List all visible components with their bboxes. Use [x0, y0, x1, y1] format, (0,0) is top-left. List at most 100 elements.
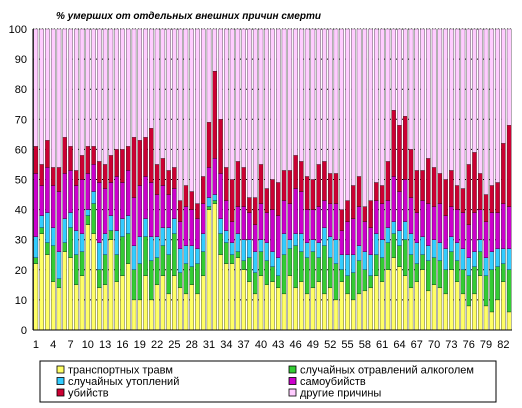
bar-segment	[362, 221, 368, 252]
bar-segment	[56, 278, 62, 289]
bar-segment	[368, 200, 373, 228]
bar-segment	[50, 281, 56, 331]
bar-segment	[39, 233, 44, 331]
bar-segment	[195, 263, 200, 295]
bar-segment	[316, 206, 321, 243]
bar-segment	[131, 137, 137, 198]
bar-segment	[212, 203, 218, 331]
bar-segment	[322, 293, 327, 331]
bar-segment	[356, 260, 362, 295]
bar-segment	[131, 269, 137, 301]
bar-segment	[258, 164, 264, 204]
bar-segment	[201, 233, 206, 252]
y-tick-label: 90	[15, 54, 27, 66]
bar-segment	[293, 233, 298, 246]
bar-segment	[385, 200, 391, 228]
bar-segment	[299, 191, 304, 234]
bar-segment	[483, 275, 489, 307]
y-tick-label: 40	[15, 205, 27, 217]
bar-segment	[420, 200, 425, 237]
bar-segment	[420, 236, 425, 255]
bar-segment	[39, 227, 44, 234]
bar-segment	[443, 269, 448, 295]
y-tick-label: 20	[15, 265, 27, 277]
bar-segment	[478, 251, 483, 276]
bar-segment	[50, 167, 56, 186]
bar-segment	[397, 245, 402, 267]
bar-segment	[241, 167, 246, 207]
bar-segment	[149, 299, 154, 331]
bar-segment	[379, 257, 385, 282]
bar-segment	[403, 179, 408, 222]
bar-segment	[310, 179, 316, 210]
bar-segment	[339, 254, 344, 270]
legend-swatch	[56, 365, 65, 374]
bar-segment	[322, 245, 327, 295]
legend-label: случайных утоплений	[68, 376, 179, 388]
bar-segment	[316, 164, 321, 207]
bar-segment	[33, 146, 39, 174]
bar-segment	[351, 185, 356, 219]
bar-segment	[195, 248, 200, 264]
bar-segment	[270, 251, 275, 267]
bar-segment	[281, 170, 287, 201]
bar-segment	[379, 281, 385, 331]
bar-segment	[224, 230, 229, 243]
bar-segment	[183, 263, 189, 295]
bar-segment	[114, 281, 119, 331]
bar-segment	[258, 251, 264, 276]
bar-segment	[177, 28, 183, 201]
bar-segment	[218, 173, 223, 219]
bar-segment	[287, 170, 293, 204]
bar-segment	[345, 275, 350, 295]
bar-segment	[189, 284, 194, 331]
bar-segment	[74, 170, 79, 186]
bar-segment	[339, 281, 344, 331]
bar-segment	[316, 28, 321, 165]
bar-segment	[310, 209, 316, 240]
bar-segment	[293, 155, 298, 189]
bar-segment	[74, 230, 79, 255]
bar-segment	[420, 254, 425, 270]
bar-segment	[281, 233, 287, 255]
bar-segment	[137, 28, 142, 141]
bar-segment	[333, 28, 339, 174]
bar-segment	[45, 28, 50, 141]
bar-segment	[327, 173, 333, 204]
bar-segment	[506, 125, 512, 207]
bar-segment	[154, 257, 160, 286]
bar-segment	[85, 28, 91, 147]
bar-segment	[212, 70, 218, 159]
bar-segment	[154, 194, 160, 237]
bar-segment	[247, 239, 252, 258]
bar-segment	[460, 212, 466, 249]
bar-segment	[437, 287, 443, 331]
bar-segment	[97, 287, 102, 331]
y-tick-label: 30	[15, 235, 27, 247]
bar-segment	[478, 28, 483, 174]
bar-segment	[45, 242, 50, 255]
bar-segment	[304, 209, 310, 243]
bar-segment	[45, 254, 50, 331]
y-tick-label: 70	[15, 114, 27, 126]
bar-segment	[143, 236, 148, 276]
bar-segment	[206, 209, 212, 331]
bar-segment	[374, 200, 379, 234]
bar-segment	[310, 28, 316, 180]
bar-segment	[506, 206, 512, 249]
bar-segment	[501, 143, 506, 204]
bar-segment	[310, 287, 316, 331]
bar-segment	[74, 185, 79, 231]
y-tick-label: 100	[9, 24, 27, 36]
bar-segment	[362, 269, 368, 292]
bar-segment	[79, 275, 85, 331]
bar-segment	[172, 218, 177, 234]
bar-segment	[229, 179, 235, 222]
bar-segment	[235, 28, 241, 162]
bar-segment	[304, 242, 310, 258]
bar-segment	[449, 251, 454, 270]
bar-segment	[385, 242, 391, 270]
bar-segment	[287, 28, 293, 171]
bar-segment	[322, 28, 327, 162]
bar-segment	[454, 28, 460, 186]
